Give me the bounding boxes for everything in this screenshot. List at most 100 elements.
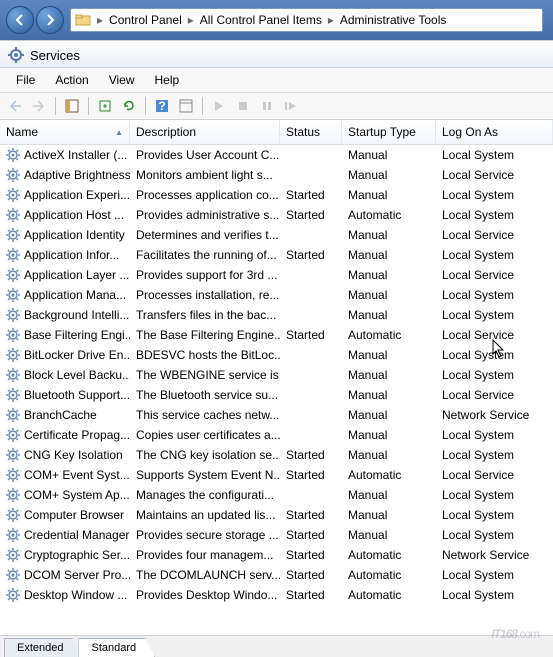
service-row[interactable]: Application Mana...Processes installatio… bbox=[0, 285, 553, 305]
service-name-cell: Application Identity bbox=[0, 228, 130, 242]
breadcrumb-item[interactable]: Control Panel bbox=[105, 13, 186, 27]
service-row[interactable]: Application IdentityDetermines and verif… bbox=[0, 225, 553, 245]
service-desc-cell: Monitors ambient light s... bbox=[130, 168, 280, 182]
service-logon-cell: Local System bbox=[436, 448, 553, 462]
service-startup-cell: Manual bbox=[342, 408, 436, 422]
service-row[interactable]: BitLocker Drive En...BDESVC hosts the Bi… bbox=[0, 345, 553, 365]
service-logon-cell: Network Service bbox=[436, 548, 553, 562]
back-button[interactable] bbox=[6, 6, 34, 34]
service-logon-cell: Local Service bbox=[436, 228, 553, 242]
service-row[interactable]: Certificate Propag...Copies user certifi… bbox=[0, 425, 553, 445]
service-desc-cell: The Bluetooth service su... bbox=[130, 388, 280, 402]
restart-service-tool bbox=[280, 95, 302, 117]
service-desc-cell: Processes installation, re... bbox=[130, 288, 280, 302]
service-logon-cell: Local System bbox=[436, 488, 553, 502]
service-logon-cell: Local System bbox=[436, 148, 553, 162]
properties-tool[interactable] bbox=[175, 95, 197, 117]
service-desc-cell: The CNG key isolation se... bbox=[130, 448, 280, 462]
service-startup-cell: Manual bbox=[342, 428, 436, 442]
forward-arrow-icon bbox=[32, 100, 46, 112]
service-row[interactable]: Bluetooth Support...The Bluetooth servic… bbox=[0, 385, 553, 405]
show-hide-tool[interactable] bbox=[61, 95, 83, 117]
service-status-cell: Started bbox=[280, 548, 342, 562]
service-name-cell: COM+ System Ap... bbox=[0, 488, 130, 502]
forward-button[interactable] bbox=[36, 6, 64, 34]
service-row[interactable]: Computer BrowserMaintains an updated lis… bbox=[0, 505, 553, 525]
service-startup-cell: Manual bbox=[342, 168, 436, 182]
service-row[interactable]: Cryptographic Ser...Provides four manage… bbox=[0, 545, 553, 565]
service-desc-cell: Provides administrative s... bbox=[130, 208, 280, 222]
service-name-cell: Cryptographic Ser... bbox=[0, 548, 130, 562]
breadcrumb[interactable]: ▸ Control Panel ▸ All Control Panel Item… bbox=[70, 8, 543, 32]
service-logon-cell: Local Service bbox=[436, 468, 553, 482]
menu-action[interactable]: Action bbox=[45, 70, 98, 90]
help-icon: ? bbox=[155, 99, 169, 113]
service-row[interactable]: ActiveX Installer (...Provides User Acco… bbox=[0, 145, 553, 165]
menu-help[interactable]: Help bbox=[145, 70, 190, 90]
service-row[interactable]: Application Infor...Facilitates the runn… bbox=[0, 245, 553, 265]
service-row[interactable]: Credential ManagerProvides secure storag… bbox=[0, 525, 553, 545]
help-tool[interactable]: ? bbox=[151, 95, 173, 117]
breadcrumb-item[interactable]: All Control Panel Items bbox=[196, 13, 326, 27]
service-desc-cell: Provides four managem... bbox=[130, 548, 280, 562]
column-headers: Name Description Status Startup Type Log… bbox=[0, 120, 553, 145]
menu-file[interactable]: File bbox=[6, 70, 45, 90]
service-desc-cell: Determines and verifies t... bbox=[130, 228, 280, 242]
service-name-cell: Credential Manager bbox=[0, 528, 130, 542]
service-desc-cell: Provides Desktop Windo... bbox=[130, 588, 280, 602]
col-status[interactable]: Status bbox=[280, 120, 342, 144]
service-desc-cell: The WBENGINE service is... bbox=[130, 368, 280, 382]
view-tabs: Extended Standard bbox=[0, 635, 553, 657]
service-row[interactable]: COM+ Event Syst...Supports System Event … bbox=[0, 465, 553, 485]
service-row[interactable]: Application Host ...Provides administrat… bbox=[0, 205, 553, 225]
stop-icon bbox=[237, 100, 249, 112]
menu-view[interactable]: View bbox=[99, 70, 145, 90]
tab-extended[interactable]: Extended bbox=[4, 638, 82, 657]
service-row[interactable]: Application Layer ...Provides support fo… bbox=[0, 265, 553, 285]
service-row[interactable]: Block Level Backu...The WBENGINE service… bbox=[0, 365, 553, 385]
col-logon-as[interactable]: Log On As bbox=[436, 120, 553, 144]
service-row[interactable]: Application Experi...Processes applicati… bbox=[0, 185, 553, 205]
tab-standard[interactable]: Standard bbox=[78, 638, 155, 657]
service-startup-cell: Manual bbox=[342, 288, 436, 302]
service-desc-cell: BDESVC hosts the BitLoc... bbox=[130, 348, 280, 362]
breadcrumb-item[interactable]: Administrative Tools bbox=[336, 13, 451, 27]
service-row[interactable]: CNG Key IsolationThe CNG key isolation s… bbox=[0, 445, 553, 465]
col-startup-type[interactable]: Startup Type bbox=[342, 120, 436, 144]
service-desc-cell: Facilitates the running of... bbox=[130, 248, 280, 262]
service-name-cell: Certificate Propag... bbox=[0, 428, 130, 442]
service-rows[interactable]: ActiveX Installer (...Provides User Acco… bbox=[0, 145, 553, 635]
service-status-cell: Started bbox=[280, 588, 342, 602]
service-row[interactable]: Background Intelli...Transfers files in … bbox=[0, 305, 553, 325]
service-name-cell: Base Filtering Engi... bbox=[0, 328, 130, 342]
svg-text:?: ? bbox=[158, 99, 165, 113]
service-desc-cell: Maintains an updated lis... bbox=[130, 508, 280, 522]
service-status-cell: Started bbox=[280, 248, 342, 262]
service-desc-cell: Manages the configurati... bbox=[130, 488, 280, 502]
service-startup-cell: Manual bbox=[342, 508, 436, 522]
service-row[interactable]: Desktop Window ...Provides Desktop Windo… bbox=[0, 585, 553, 605]
service-row[interactable]: BranchCacheThis service caches netw...Ma… bbox=[0, 405, 553, 425]
service-row[interactable]: Base Filtering Engi...The Base Filtering… bbox=[0, 325, 553, 345]
service-name-cell: Application Mana... bbox=[0, 288, 130, 302]
service-status-cell: Started bbox=[280, 568, 342, 582]
service-name-cell: Computer Browser bbox=[0, 508, 130, 522]
service-row[interactable]: DCOM Server Pro...The DCOMLAUNCH serv...… bbox=[0, 565, 553, 585]
explorer-nav-bar: ▸ Control Panel ▸ All Control Panel Item… bbox=[0, 0, 553, 40]
chevron-right-icon: ▸ bbox=[95, 13, 105, 27]
service-name-cell: Application Host ... bbox=[0, 208, 130, 222]
chevron-right-icon: ▸ bbox=[186, 13, 196, 27]
service-logon-cell: Local Service bbox=[436, 388, 553, 402]
window-title: Services bbox=[30, 48, 80, 63]
play-icon bbox=[213, 100, 225, 112]
refresh-tool[interactable] bbox=[118, 95, 140, 117]
service-name-cell: BitLocker Drive En... bbox=[0, 348, 130, 362]
service-logon-cell: Local Service bbox=[436, 328, 553, 342]
export-icon bbox=[98, 99, 112, 113]
col-name[interactable]: Name bbox=[0, 120, 130, 144]
export-tool[interactable] bbox=[94, 95, 116, 117]
service-logon-cell: Local System bbox=[436, 288, 553, 302]
service-row[interactable]: COM+ System Ap...Manages the configurati… bbox=[0, 485, 553, 505]
col-description[interactable]: Description bbox=[130, 120, 280, 144]
service-row[interactable]: Adaptive BrightnessMonitors ambient ligh… bbox=[0, 165, 553, 185]
